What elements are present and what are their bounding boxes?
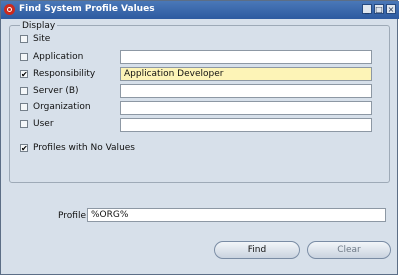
- window-title: Find System Profile Values: [19, 4, 155, 14]
- user-label: User: [33, 119, 54, 129]
- profiles-no-values-checkbox[interactable]: ✔: [20, 144, 28, 153]
- application-label: Application: [33, 52, 84, 62]
- display-legend: Display: [20, 21, 58, 31]
- minimize-icon[interactable]: _: [362, 4, 372, 14]
- organization-label: Organization: [33, 102, 91, 112]
- title-bar[interactable]: Find System Profile Values _ □ ×: [1, 1, 399, 19]
- profiles-no-values-label: Profiles with No Values: [33, 143, 135, 153]
- user-checkbox[interactable]: [20, 120, 28, 128]
- application-checkbox[interactable]: [20, 53, 28, 61]
- server-label: Server (B): [33, 86, 79, 96]
- server-checkbox[interactable]: [20, 87, 28, 95]
- clear-button[interactable]: Clear: [307, 241, 391, 259]
- oracle-icon: [4, 4, 15, 15]
- maximize-icon[interactable]: □: [374, 4, 384, 14]
- display-panel: Display Site Application ✔ Responsibilit…: [9, 21, 390, 183]
- server-field[interactable]: [120, 84, 372, 98]
- checkmark-icon: ✔: [21, 70, 28, 79]
- find-profile-window: Find System Profile Values _ □ × Display…: [0, 0, 399, 275]
- checkmark-icon: ✔: [21, 144, 28, 153]
- user-field[interactable]: [120, 118, 372, 132]
- find-button[interactable]: Find: [214, 241, 300, 259]
- responsibility-label: Responsibility: [33, 69, 96, 79]
- site-checkbox[interactable]: [20, 35, 28, 43]
- responsibility-field[interactable]: Application Developer: [120, 67, 372, 81]
- organization-field[interactable]: [120, 101, 372, 115]
- organization-checkbox[interactable]: [20, 103, 28, 111]
- responsibility-checkbox[interactable]: ✔: [20, 70, 28, 79]
- site-label: Site: [33, 34, 51, 44]
- close-icon[interactable]: ×: [386, 4, 396, 14]
- profile-field[interactable]: %ORG%: [87, 208, 386, 222]
- application-field[interactable]: [120, 50, 372, 64]
- profile-label: Profile: [58, 211, 86, 221]
